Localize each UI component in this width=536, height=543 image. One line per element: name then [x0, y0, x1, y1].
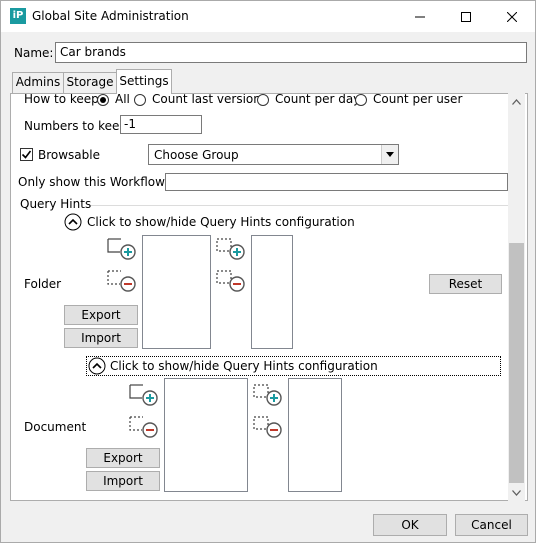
add-item-icon: [216, 238, 245, 260]
remove-item-icon: [253, 416, 282, 438]
folder-add-item-button[interactable]: [216, 238, 248, 263]
folder-toggle-label[interactable]: Click to show/hide Query Hints configura…: [87, 215, 355, 229]
folder-remove-group-button[interactable]: [107, 270, 139, 295]
folder-label: Folder: [24, 277, 62, 291]
maximize-button[interactable]: [443, 1, 489, 32]
tab-admins[interactable]: Admins: [12, 72, 64, 93]
group-select-toggle[interactable]: [381, 145, 398, 164]
query-hints-title: Query Hints: [20, 197, 92, 211]
vertical-scrollbar[interactable]: [508, 93, 525, 501]
maximize-icon: [461, 11, 471, 22]
radio-count-per-day[interactable]: [257, 94, 269, 106]
document-import-button[interactable]: Import: [86, 471, 160, 491]
document-add-item-button[interactable]: [253, 384, 285, 409]
radio-count-per-user-label: Count per user: [373, 93, 463, 106]
browsable-checkbox[interactable]: [20, 148, 33, 161]
chevron-up-circle-icon: [88, 357, 106, 375]
document-remove-item-button[interactable]: [253, 416, 285, 441]
tab-settings[interactable]: Settings: [116, 69, 172, 94]
radio-all[interactable]: [97, 94, 109, 106]
folder-export-button[interactable]: Export: [64, 305, 138, 325]
folder-import-button[interactable]: Import: [64, 328, 138, 348]
name-label: Name:: [14, 46, 54, 60]
chevron-up-circle-icon: [64, 213, 82, 231]
dialog-window: iP Global Site Administration Name: Car …: [0, 0, 536, 543]
folder-reset-button[interactable]: Reset: [429, 274, 502, 294]
scroll-up-button[interactable]: [508, 93, 525, 110]
radio-count-last-versions[interactable]: [134, 94, 146, 106]
name-input[interactable]: Car brands: [55, 42, 527, 63]
scroll-down-button[interactable]: [508, 484, 525, 501]
tab-storage[interactable]: Storage: [63, 72, 117, 93]
radio-count-last-versions-label: Count last versions: [152, 93, 268, 106]
document-hints-list-left[interactable]: [164, 378, 248, 492]
add-group-icon: [107, 238, 136, 260]
group-select-value: Choose Group: [154, 148, 239, 162]
only-show-workflow-input[interactable]: [165, 173, 508, 191]
minimize-icon: [415, 16, 425, 17]
scroll-thumb[interactable]: [509, 243, 524, 483]
ok-button[interactable]: OK: [373, 514, 447, 536]
settings-panel: How to keep All Count last versions Coun…: [10, 93, 528, 501]
close-icon: [507, 11, 517, 22]
window-title: Global Site Administration: [32, 9, 189, 23]
radio-all-label: All: [115, 93, 130, 106]
only-show-workflow-label: Only show this Workflow's:: [18, 175, 179, 189]
folder-hints-list-left[interactable]: [142, 235, 211, 349]
scroll-down-icon: [512, 489, 521, 496]
document-add-group-button[interactable]: [129, 384, 161, 409]
minimize-button[interactable]: [397, 1, 443, 32]
dropdown-arrow-icon: [386, 152, 394, 157]
document-remove-group-button[interactable]: [129, 416, 161, 441]
folder-add-group-button[interactable]: [107, 238, 139, 263]
cancel-button[interactable]: Cancel: [455, 514, 528, 536]
close-button[interactable]: [489, 1, 535, 32]
add-group-icon: [129, 384, 158, 406]
document-toggle-label[interactable]: Click to show/hide Query Hints configura…: [110, 359, 378, 373]
remove-group-icon: [107, 270, 136, 292]
document-toggle-row[interactable]: Click to show/hide Query Hints configura…: [86, 356, 501, 376]
remove-group-icon: [129, 416, 158, 438]
how-to-keep-label: How to keep: [24, 93, 99, 106]
remove-item-icon: [216, 270, 245, 292]
scroll-up-icon: [512, 98, 521, 105]
query-hints-divider: [91, 205, 509, 206]
numbers-to-keep-input[interactable]: -1: [120, 115, 202, 134]
folder-hints-list-right[interactable]: [251, 235, 293, 349]
document-hints-list-right[interactable]: [288, 378, 342, 492]
group-select[interactable]: Choose Group: [148, 144, 399, 165]
browsable-label: Browsable: [38, 148, 100, 162]
folder-remove-item-button[interactable]: [216, 270, 248, 295]
title-bar: iP Global Site Administration: [1, 1, 535, 32]
radio-count-per-user[interactable]: [355, 94, 367, 106]
folder-toggle-button[interactable]: [64, 213, 82, 231]
radio-count-per-day-label: Count per day: [275, 93, 361, 106]
document-export-button[interactable]: Export: [86, 448, 160, 468]
checkmark-icon: [21, 150, 32, 159]
add-item-icon: [253, 384, 282, 406]
numbers-to-keep-label: Numbers to keep: [24, 119, 128, 133]
app-icon: iP: [10, 8, 26, 24]
document-label: Document: [24, 420, 87, 434]
